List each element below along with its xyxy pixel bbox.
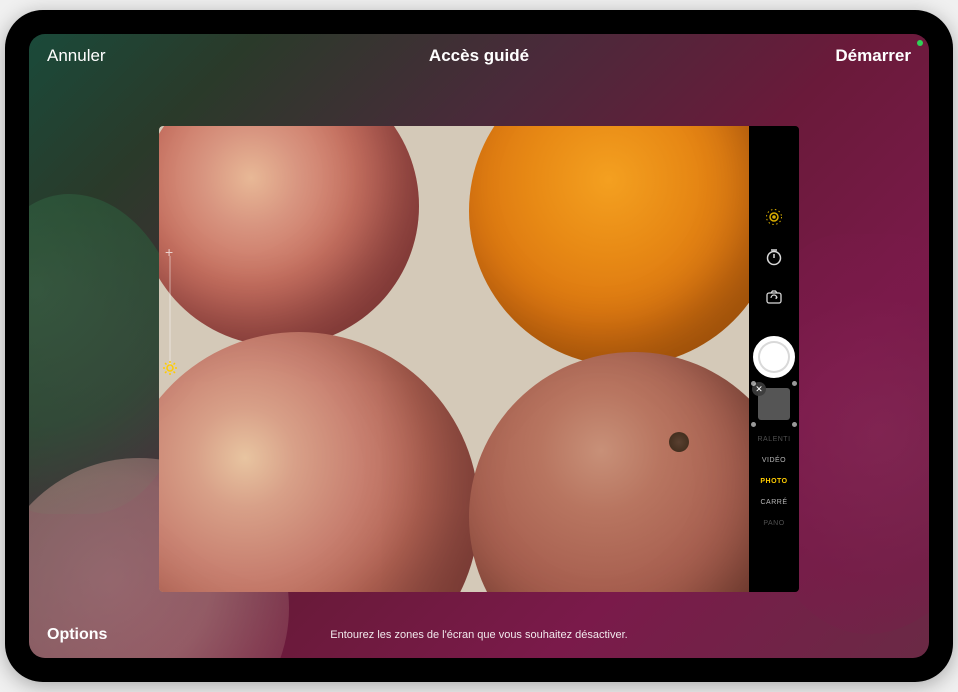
cancel-button[interactable]: Annuler (47, 46, 106, 66)
guided-access-header: Annuler Accès guidé Démarrer (29, 34, 929, 78)
camera-viewfinder: + (159, 126, 749, 592)
mode-square[interactable]: CARRÉ (760, 499, 787, 506)
camera-privacy-indicator (917, 40, 923, 46)
flip-camera-icon[interactable] (763, 286, 785, 308)
sun-icon (163, 361, 177, 375)
ipad-device-frame: Annuler Accès guidé Démarrer + (5, 10, 953, 682)
last-photo-thumbnail[interactable]: ✕ (758, 388, 790, 420)
shutter-button[interactable] (753, 336, 795, 378)
close-icon[interactable]: ✕ (752, 382, 766, 396)
guided-access-footer: Options Entourez les zones de l'écran qu… (29, 612, 929, 658)
options-button[interactable]: Options (47, 626, 107, 644)
camera-app-preview[interactable]: + ✕ (159, 126, 799, 592)
start-button[interactable]: Démarrer (835, 46, 911, 66)
instruction-text: Entourez les zones de l'écran que vous s… (330, 629, 627, 641)
exposure-slider[interactable] (169, 256, 171, 366)
mode-slowmo[interactable]: RALENTI (757, 436, 790, 443)
live-photo-icon[interactable] (763, 206, 785, 228)
page-title: Accès guidé (429, 46, 529, 66)
screen: Annuler Accès guidé Démarrer + (29, 34, 929, 658)
camera-controls-sidebar: ✕ RALENTI VIDÉO PHOTO CARRÉ PANO (749, 126, 799, 592)
viewfinder-image (159, 126, 749, 592)
mode-pano[interactable]: PANO (763, 520, 784, 527)
camera-mode-selector[interactable]: RALENTI VIDÉO PHOTO CARRÉ PANO (757, 436, 790, 527)
mode-photo[interactable]: PHOTO (760, 478, 787, 485)
timer-icon[interactable] (763, 246, 785, 268)
mode-video[interactable]: VIDÉO (762, 457, 786, 464)
